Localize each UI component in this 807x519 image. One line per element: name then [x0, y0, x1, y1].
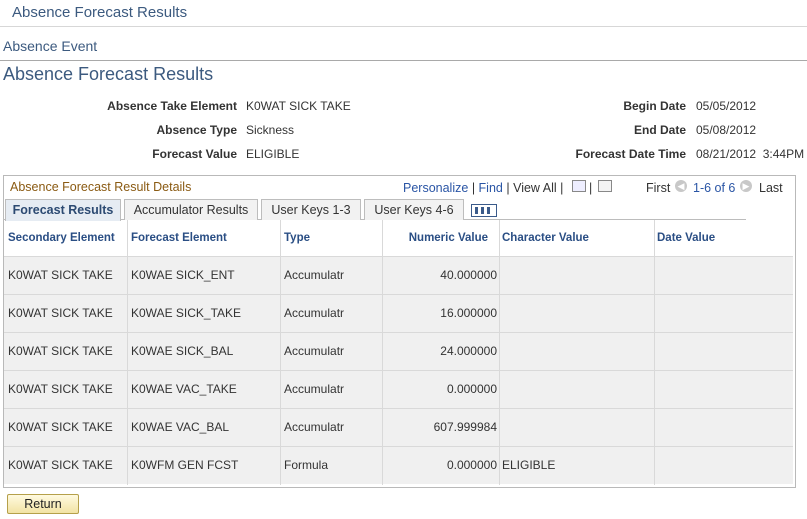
section-title: Absence Forecast Results [3, 64, 214, 84]
cell-secondary-element: K0WAT SICK TAKE [8, 306, 113, 320]
page-title: Absence Forecast Results [12, 4, 188, 21]
view-all-link[interactable]: View All [513, 181, 557, 195]
cell-type: Accumulatr [284, 344, 345, 358]
cell-character-value: ELIGIBLE [502, 458, 556, 472]
nav-separator: | [560, 181, 564, 195]
col-type[interactable]: Type [284, 232, 310, 244]
cell-type: Formula [284, 458, 329, 472]
col-date-value[interactable]: Date Value [657, 232, 715, 244]
end-date-value: 05/08/2012 [696, 123, 757, 137]
column-divider [654, 220, 655, 485]
cell-numeric-value: 24.000000 [440, 344, 497, 358]
personalize-link[interactable]: Personalize [403, 181, 468, 195]
cell-numeric-value: 0.000000 [446, 382, 497, 396]
column-divider [127, 220, 128, 485]
download-spreadsheet-icon[interactable] [598, 180, 612, 192]
tab-user-keys-1-3[interactable]: User Keys 1-3 [261, 199, 361, 220]
tab-user-keys-4-6[interactable]: User Keys 4-6 [364, 199, 464, 220]
cell-forecast-element: K0WAE SICK_ENT [131, 268, 235, 282]
grid-title: Absence Forecast Result Details [10, 180, 192, 194]
col-forecast-element[interactable]: Forecast Element [131, 232, 227, 244]
column-divider [499, 220, 500, 485]
cell-secondary-element: K0WAT SICK TAKE [8, 458, 113, 472]
absence-event-link[interactable]: Absence Event [3, 38, 97, 54]
next-arrow-icon[interactable]: ▶ [740, 180, 752, 192]
begin-date-value: 05/05/2012 [696, 99, 757, 113]
cell-forecast-element: K0WAE SICK_BAL [131, 344, 234, 358]
nav-separator: | [506, 181, 510, 195]
column-divider [280, 220, 281, 485]
cell-numeric-value: 0.000000 [446, 458, 497, 472]
cell-type: Accumulatr [284, 420, 345, 434]
previous-arrow-icon[interactable]: ◀ [675, 180, 687, 192]
cell-secondary-element: K0WAT SICK TAKE [8, 344, 113, 358]
row-range: 1-6 of 6 [693, 181, 736, 195]
cell-secondary-element: K0WAT SICK TAKE [8, 382, 113, 396]
cell-secondary-element: K0WAT SICK TAKE [8, 420, 113, 434]
cell-secondary-element: K0WAT SICK TAKE [8, 268, 113, 282]
take-element-label: Absence Take Element [107, 99, 237, 113]
col-secondary-element[interactable]: Secondary Element [8, 232, 115, 244]
show-all-columns-icon[interactable] [471, 204, 497, 217]
return-button[interactable]: Return [7, 494, 79, 514]
last-label: Last [759, 181, 783, 195]
col-character-value[interactable]: Character Value [502, 232, 589, 244]
cell-forecast-element: K0WAE SICK_TAKE [131, 306, 242, 320]
cell-numeric-value: 40.000000 [440, 268, 497, 282]
find-link[interactable]: Find [479, 181, 503, 195]
forecast-value: ELIGIBLE [246, 147, 300, 161]
tab-forecast-results[interactable]: Forecast Results [5, 199, 121, 221]
cell-forecast-element: K0WFM GEN FCST [131, 458, 239, 472]
divider [0, 60, 807, 61]
forecast-datetime-value: 08/21/2012 3:44PM [696, 147, 805, 161]
absence-type-label: Absence Type [156, 123, 237, 137]
take-element-value: K0WAT SICK TAKE [246, 99, 351, 113]
cell-numeric-value: 607.999984 [433, 420, 497, 434]
cell-forecast-element: K0WAE VAC_TAKE [131, 382, 237, 396]
forecast-datetime-label: Forecast Date Time [575, 147, 687, 161]
begin-date-label: Begin Date [623, 99, 686, 113]
cell-type: Accumulatr [284, 268, 345, 282]
col-numeric-value[interactable]: Numeric Value [382, 232, 488, 244]
nav-separator: | [471, 181, 476, 195]
forecast-value-label: Forecast Value [152, 147, 237, 161]
absence-type-value: Sickness [246, 123, 295, 137]
cell-type: Accumulatr [284, 306, 345, 320]
first-label: First [646, 181, 671, 195]
tab-accumulator-results[interactable]: Accumulator Results [124, 199, 258, 220]
zoom-grid-icon[interactable] [572, 180, 586, 192]
divider [0, 26, 807, 27]
cell-type: Accumulatr [284, 382, 345, 396]
cell-numeric-value: 16.000000 [440, 306, 497, 320]
cell-forecast-element: K0WAE VAC_BAL [131, 420, 230, 434]
nav-separator: | [589, 181, 593, 195]
end-date-label: End Date [633, 123, 686, 137]
